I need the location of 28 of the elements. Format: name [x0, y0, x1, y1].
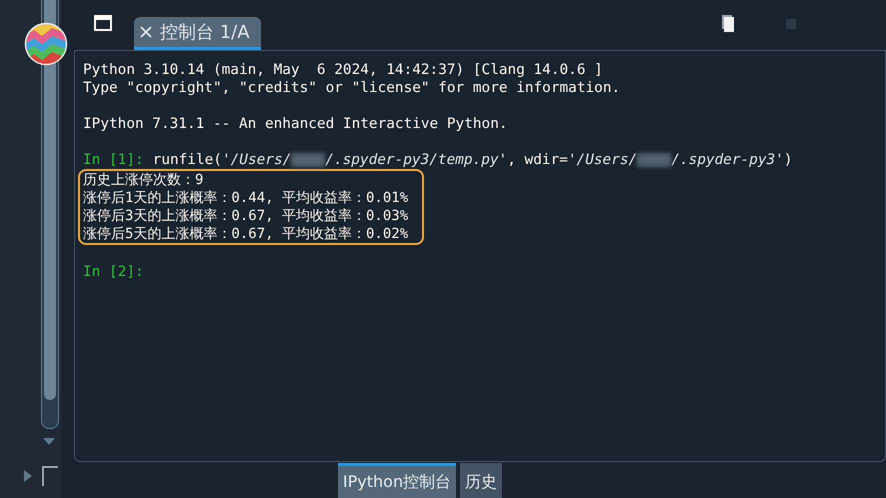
- console-tab[interactable]: 控制台 1/A: [134, 17, 261, 50]
- output-text: 涨停后1天的上涨概率：0.44, 平均收益率：0.01%: [83, 189, 408, 207]
- close-icon[interactable]: [140, 26, 152, 38]
- input-prompt: In [1]:: [83, 151, 144, 169]
- pane-tab[interactable]: 历史: [460, 463, 502, 498]
- redacted-blur: [291, 153, 326, 167]
- pane-tab[interactable]: IPython控制台: [338, 463, 456, 498]
- output-text: 涨停后5天的上涨概率：0.67, 平均收益率：0.02%: [83, 225, 408, 243]
- string-literal: '/Users/: [568, 151, 638, 169]
- code-text: ): [784, 151, 793, 169]
- expand-arrow-icon[interactable]: [24, 470, 32, 482]
- window-icon[interactable]: [94, 15, 112, 31]
- console-text: Type "copyright", "credits" or "license" for more information.: [83, 79, 622, 97]
- console-text: Python 3.10.14 (main, May 6 2024, 14:42:37) [Clang 14.0.6 ]: [83, 61, 604, 79]
- scroll-down-icon[interactable]: [43, 438, 55, 446]
- redacted-blur: [637, 153, 672, 167]
- string-literal: /.spyder-py3': [671, 151, 784, 169]
- string-literal: '/Users/: [222, 151, 292, 169]
- scrollbar[interactable]: [41, 0, 59, 429]
- code-text: , wdir=: [507, 151, 568, 169]
- output-text: 涨停后3天的上涨概率：0.67, 平均收益率：0.03%: [83, 207, 408, 225]
- output-text: 历史上涨停次数：9: [83, 171, 204, 189]
- string-literal: /.spyder-py3/temp.py': [325, 151, 508, 169]
- corner-icon: [42, 466, 58, 486]
- code-text: runfile(: [152, 151, 222, 169]
- console-text: IPython 7.31.1 -- An enhanced Interactive Python.: [83, 115, 509, 133]
- input-prompt: In [2]:: [83, 263, 144, 281]
- copy-icon[interactable]: [720, 13, 736, 33]
